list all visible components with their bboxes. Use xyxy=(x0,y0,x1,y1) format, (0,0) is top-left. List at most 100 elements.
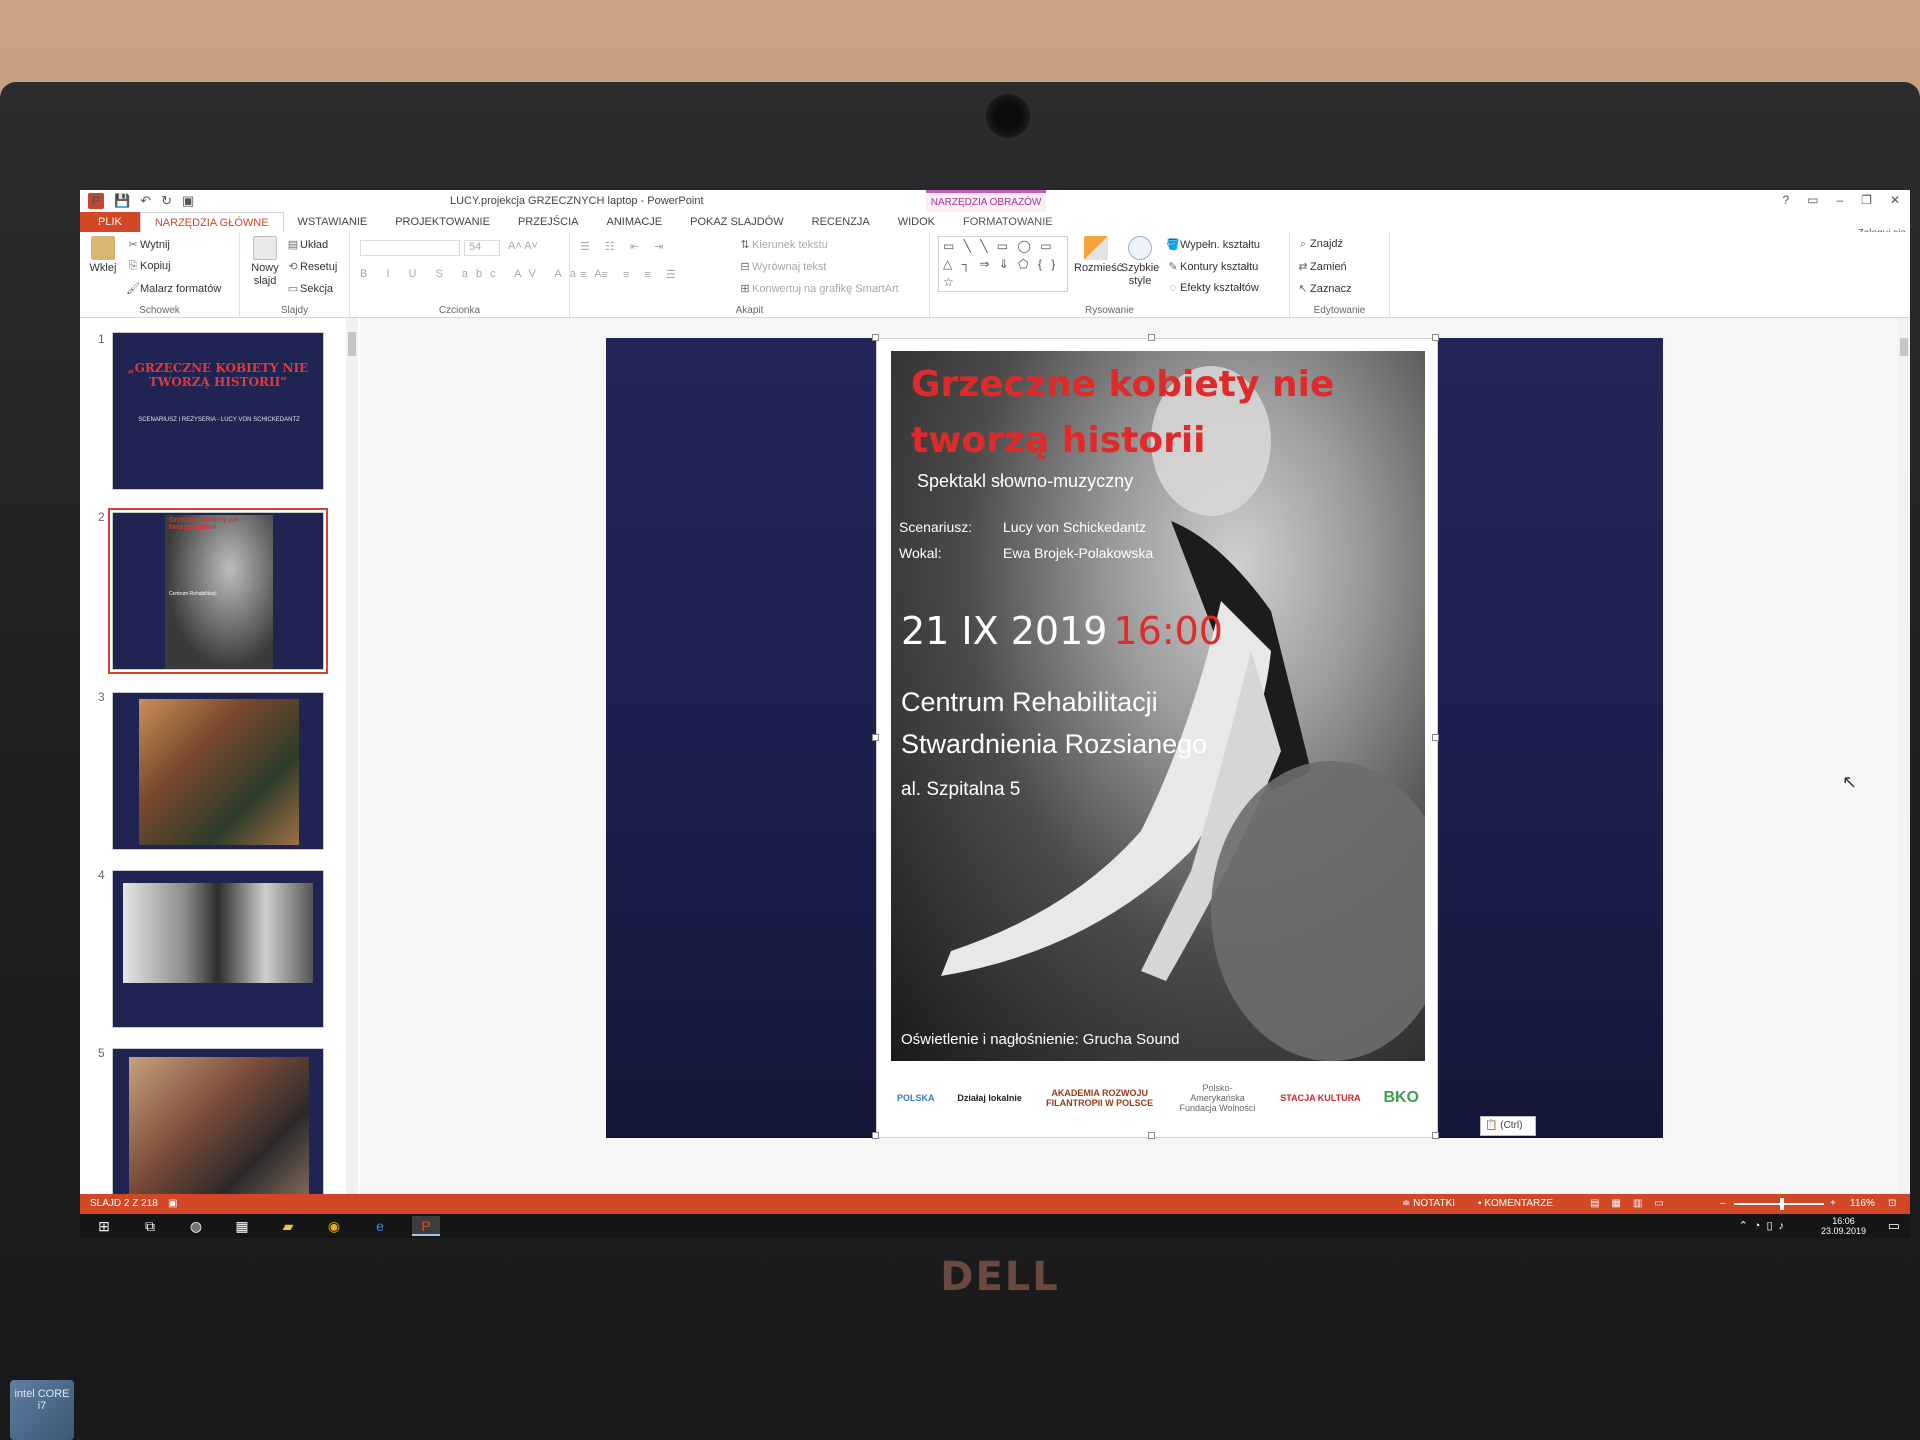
poster-image[interactable]: Grzeczne kobiety nie tworzą historii Spe… xyxy=(876,338,1438,1138)
shape-fill-button[interactable]: 🪣Wypełn. kształtu xyxy=(1166,238,1260,251)
group-editing: ⌕ Znajdź ⇄ Zamień ↖ Zaznacz Edytowanie xyxy=(1290,232,1390,318)
clock[interactable]: 16:06 23.09.2019 xyxy=(1821,1216,1866,1236)
zoom-slider[interactable] xyxy=(1734,1203,1824,1205)
spellcheck-icon[interactable]: ▣ xyxy=(168,1198,177,1209)
zoom-in-button[interactable]: + xyxy=(1830,1198,1836,1209)
font-name-box[interactable] xyxy=(360,240,460,256)
selection-handle[interactable] xyxy=(1148,334,1155,341)
paint-bucket-icon: 🪣 xyxy=(1166,239,1180,251)
shape-outline-button[interactable]: ✎ Kontury kształtu xyxy=(1166,260,1258,273)
text-direction-button[interactable]: ⇅ Kierunek tekstu xyxy=(738,238,828,251)
selection-handle[interactable] xyxy=(872,1132,879,1139)
scroll-thumb[interactable] xyxy=(1900,338,1908,356)
thumb-title: „GRZECZNE KOBIETY NIE TWORZĄ HISTORII” xyxy=(127,361,309,389)
selection-handle[interactable] xyxy=(872,734,879,741)
poster-time: 16:00 xyxy=(1113,609,1223,653)
selection-handle[interactable] xyxy=(1432,734,1439,741)
powerpoint-icon: P xyxy=(88,193,104,209)
quick-styles-button[interactable]: Szybkie style xyxy=(1120,236,1160,288)
tab-view[interactable]: WIDOK xyxy=(884,212,949,232)
copy-button[interactable]: ⎘ Kopiuj xyxy=(126,260,171,273)
close-button[interactable]: ✕ xyxy=(1890,193,1900,207)
tab-design[interactable]: PROJEKTOWANIE xyxy=(381,212,504,232)
selection-handle[interactable] xyxy=(1432,1132,1439,1139)
smartart-button[interactable]: ⊞ Konwertuj na grafikę SmartArt xyxy=(738,282,898,295)
powerpoint-taskbar-icon[interactable]: P xyxy=(412,1216,440,1236)
slide-thumbnail-3[interactable] xyxy=(112,692,324,850)
thumb-poster-image: Grzeczne kobiety nie tworzą historii Cen… xyxy=(165,515,273,669)
tab-home[interactable]: NARZĘDZIA GŁÓWNE xyxy=(139,212,284,232)
sponsor-logo: AKADEMIA ROZWOJU FILANTROPII W POLSCE xyxy=(1046,1088,1154,1108)
quick-access-toolbar: P 💾 ↶ ↻ ▣ xyxy=(88,193,194,209)
list-buttons[interactable]: ☰ ☷ ⇤ ⇥ xyxy=(580,240,669,253)
group-label-slides: Slajdy xyxy=(280,305,309,316)
internet-explorer-icon[interactable]: e xyxy=(370,1216,390,1236)
shape-effects-button[interactable]: ◌ Efekty kształtów xyxy=(1166,282,1259,294)
ribbon-display-button[interactable]: ▭ xyxy=(1807,193,1818,207)
task-view-icon[interactable]: ⧉ xyxy=(140,1216,160,1236)
find-button[interactable]: ⌕ Znajdź xyxy=(1296,238,1343,251)
slide-thumbnail-4[interactable] xyxy=(112,870,324,1028)
reset-button[interactable]: ⟲ Resetuj xyxy=(286,260,337,273)
tab-file[interactable]: PLIK xyxy=(80,212,140,232)
replace-icon: ⇄ xyxy=(1298,261,1308,273)
selection-handle[interactable] xyxy=(1148,1132,1155,1139)
notes-button[interactable]: ≐ NOTATKI xyxy=(1402,1198,1455,1209)
notification-icon[interactable]: ▭ xyxy=(1888,1218,1900,1234)
zoom-level[interactable]: 116% xyxy=(1850,1198,1875,1209)
fit-slide-icon[interactable]: ⊡ xyxy=(1888,1198,1896,1209)
credit-name: Lucy von Schickedantz xyxy=(1003,519,1147,535)
paste-options-button[interactable]: 📋 (Ctrl) xyxy=(1480,1116,1536,1136)
view-buttons[interactable]: ▤▦▥▭ xyxy=(1590,1198,1676,1209)
format-painter-button[interactable]: 🖌Malarz formatów xyxy=(126,282,221,295)
tab-transitions[interactable]: PRZEJŚCIA xyxy=(504,212,593,232)
selection-handle[interactable] xyxy=(1432,334,1439,341)
zoom-out-button[interactable]: – xyxy=(1720,1198,1726,1209)
text-direction-label: Kierunek tekstu xyxy=(752,239,828,251)
poster-datetime: 21 IX 2019 16:00 xyxy=(901,609,1223,653)
save-icon[interactable]: 💾 xyxy=(114,193,130,209)
group-font: 54 A˄ A˅ B I U S abc AV Aa A Czcionka xyxy=(350,232,602,318)
scroll-thumb[interactable] xyxy=(348,332,356,356)
slide-thumbnail-1[interactable]: „GRZECZNE KOBIETY NIE TWORZĄ HISTORII” S… xyxy=(112,332,324,490)
tab-review[interactable]: RECENZJA xyxy=(798,212,884,232)
file-explorer-icon[interactable]: ▰ xyxy=(278,1216,298,1236)
tab-animations[interactable]: ANIMACJE xyxy=(592,212,676,232)
font-size-box[interactable]: 54 xyxy=(464,240,500,256)
slide-thumbnail-5[interactable] xyxy=(112,1048,324,1206)
grow-font-icon[interactable]: A˄ A˅ xyxy=(508,240,538,252)
new-slide-icon xyxy=(253,236,277,260)
cut-button[interactable]: ✂ Wytnij xyxy=(126,238,169,251)
shapes-gallery[interactable]: ▭ ╲ ╲ ▭ ◯ ▭ △ ┐ ⇒ ⇓ ⬠ { } ☆ xyxy=(938,236,1068,292)
canvas-scrollbar[interactable] xyxy=(1898,318,1910,1194)
calculator-icon[interactable]: ▦ xyxy=(232,1216,252,1236)
current-slide[interactable]: Grzeczne kobiety nie tworzą historii Spe… xyxy=(606,334,1663,1139)
align-buttons[interactable]: ≡ ≡ ≡ ≡ ☰ xyxy=(580,268,682,281)
network-app-icon[interactable]: ◍ xyxy=(186,1216,206,1236)
new-slide-button[interactable]: Nowy slajd xyxy=(248,236,282,288)
comments-button[interactable]: ▪ KOMENTARZE xyxy=(1478,1198,1553,1209)
arrange-button[interactable]: Rozmieść xyxy=(1074,236,1122,274)
selection-handle[interactable] xyxy=(872,334,879,341)
layout-button[interactable]: ▤ Układ xyxy=(286,238,328,251)
undo-icon[interactable]: ↶ xyxy=(140,193,151,209)
tab-insert[interactable]: WSTAWIANIE xyxy=(284,212,382,232)
system-tray-icons[interactable]: ⌃◔▯♪ xyxy=(1739,1219,1790,1232)
minimize-button[interactable]: – xyxy=(1836,193,1843,207)
tab-format[interactable]: FORMATOWANIE xyxy=(949,212,1067,232)
select-button[interactable]: ↖ Zaznacz xyxy=(1296,282,1351,295)
thumbnail-scrollbar[interactable] xyxy=(346,318,358,1194)
tab-slideshow[interactable]: POKAZ SLAJDÓW xyxy=(676,212,798,232)
slide-thumbnail-2[interactable]: Grzeczne kobiety nie tworzą historii Cen… xyxy=(108,508,328,674)
align-text-button[interactable]: ⊟ Wyrównaj tekst xyxy=(738,260,826,273)
zoom-slider-thumb[interactable] xyxy=(1780,1198,1784,1210)
chrome-icon[interactable]: ◉ xyxy=(324,1216,344,1236)
paste-button[interactable]: Wklej xyxy=(88,236,118,274)
redo-icon[interactable]: ↻ xyxy=(161,193,172,209)
restore-button[interactable]: ❐ xyxy=(1861,193,1872,207)
start-slideshow-icon[interactable]: ▣ xyxy=(182,193,194,209)
replace-button[interactable]: ⇄ Zamień xyxy=(1296,260,1346,273)
windows-start-icon[interactable]: ⊞ xyxy=(94,1216,114,1236)
section-button[interactable]: ▭ Sekcja xyxy=(286,282,333,295)
help-button[interactable]: ? xyxy=(1782,193,1789,207)
